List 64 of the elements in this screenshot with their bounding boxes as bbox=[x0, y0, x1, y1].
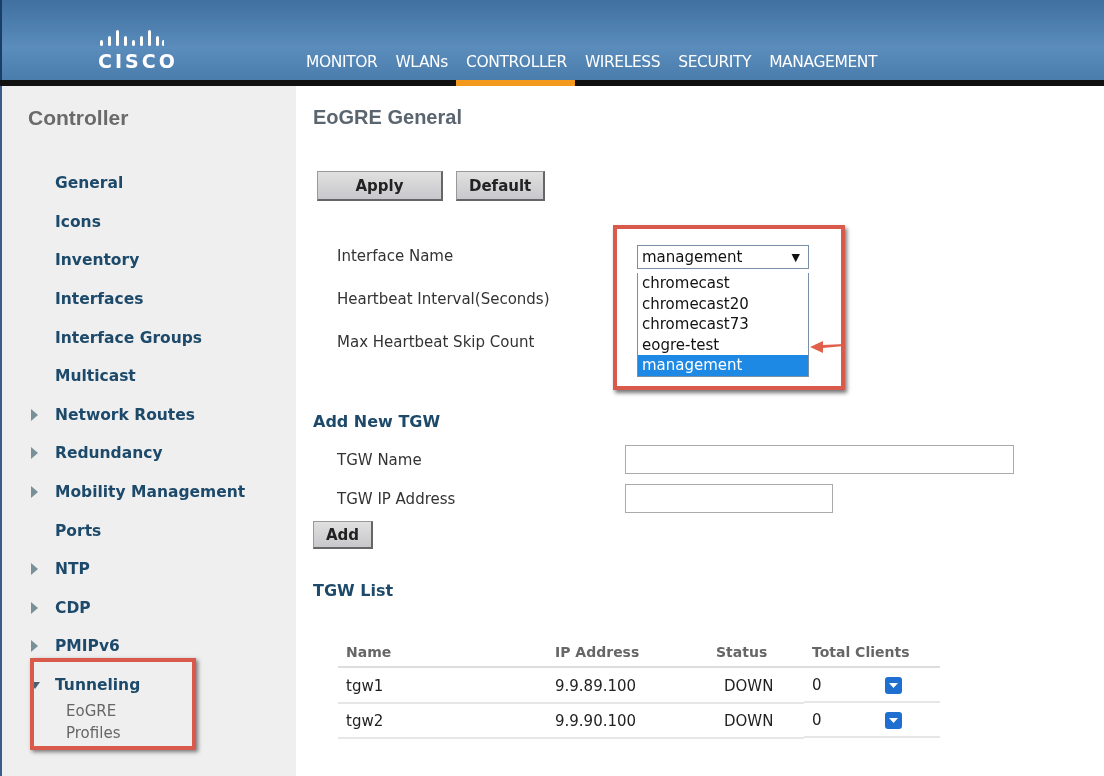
sidebar-item[interactable]: Multicast bbox=[55, 367, 136, 386]
nav-tab[interactable]: WIRELESS bbox=[574, 53, 669, 86]
logo-bars-icon bbox=[98, 28, 164, 48]
sidebar-subitem[interactable]: Profiles bbox=[66, 722, 121, 745]
section-title: Add New TGW bbox=[313, 412, 442, 431]
column-header: Status bbox=[708, 640, 804, 667]
sidebar-item[interactable]: General bbox=[55, 174, 124, 193]
nav-tab[interactable]: MONITOR bbox=[296, 53, 386, 86]
sidebar-subitem[interactable]: EoGRE bbox=[66, 700, 117, 723]
dropdown-option[interactable]: chromecast73 bbox=[638, 314, 808, 335]
sidebar-item[interactable]: PMIPv6 bbox=[55, 637, 120, 656]
form-button[interactable]: Apply bbox=[317, 171, 443, 201]
sidebar-item[interactable]: Network Routes bbox=[55, 405, 195, 424]
table-cell: DOWN bbox=[708, 667, 804, 703]
page-title: EoGRE General bbox=[313, 106, 463, 129]
table-cell: 0 bbox=[812, 711, 822, 729]
text-field[interactable] bbox=[625, 484, 833, 513]
sidebar-title: Controller bbox=[27, 106, 130, 130]
sidebar-item[interactable]: NTP bbox=[55, 560, 90, 579]
caret-right-icon[interactable] bbox=[30, 640, 40, 653]
caret-right-icon[interactable] bbox=[30, 408, 40, 421]
dropdown-option[interactable]: management bbox=[638, 355, 808, 376]
table-cell: 9.9.90.100 bbox=[547, 703, 708, 738]
dropdown-option[interactable]: eogre-test bbox=[638, 334, 808, 355]
dropdown-option[interactable]: chromecast bbox=[638, 273, 808, 294]
table-cell: tgw1 bbox=[338, 667, 547, 703]
field-label: Max Heartbeat Skip Count bbox=[337, 333, 536, 353]
sidebar-item[interactable]: Ports bbox=[55, 521, 102, 540]
sidebar-item[interactable]: Icons bbox=[55, 212, 101, 231]
caret-right-icon[interactable] bbox=[30, 563, 40, 576]
form-button[interactable]: Default bbox=[456, 171, 546, 201]
text-field[interactable] bbox=[625, 445, 1014, 474]
caret-right-icon[interactable] bbox=[30, 601, 40, 614]
nav-tab[interactable]: WLANs bbox=[385, 53, 456, 86]
dropdown-caret: ▼ bbox=[791, 250, 800, 264]
sidebar-item[interactable]: Interfaces bbox=[55, 290, 144, 309]
section-title: TGW List bbox=[313, 581, 395, 600]
caret-right-icon[interactable] bbox=[30, 447, 40, 460]
sidebar-item[interactable]: Tunneling bbox=[55, 676, 141, 694]
column-header: Name bbox=[338, 640, 547, 667]
field-label: Heartbeat Interval(Seconds) bbox=[337, 290, 551, 310]
caret-right-icon[interactable] bbox=[30, 486, 40, 499]
sidebar-item[interactable]: Mobility Management bbox=[55, 483, 246, 502]
table-cell: tgw2 bbox=[338, 703, 547, 738]
dropdown-value: management bbox=[642, 248, 743, 266]
sidebar-item[interactable]: Interface Groups bbox=[55, 328, 203, 347]
dropdown-option[interactable]: chromecast20 bbox=[638, 293, 808, 314]
logo-text: CISCO bbox=[98, 50, 178, 72]
field-label: TGW Name bbox=[336, 450, 423, 469]
sidebar-item[interactable]: Redundancy bbox=[55, 444, 163, 463]
table-cell: 9.9.89.100 bbox=[547, 667, 708, 703]
table-cell: 0 bbox=[812, 676, 822, 694]
nav-tab[interactable]: CONTROLLER bbox=[456, 53, 575, 86]
field-label: Interface Name bbox=[337, 247, 455, 267]
column-header: Total Clients bbox=[804, 640, 940, 667]
add-button[interactable]: Add bbox=[313, 521, 374, 549]
interface-dropdown[interactable]: management ▼ bbox=[637, 245, 809, 269]
field-label: TGW IP Address bbox=[336, 489, 457, 508]
nav-tab[interactable]: MANAGEMENT bbox=[759, 53, 886, 86]
sidebar-item[interactable]: CDP bbox=[55, 598, 91, 617]
column-header: IP Address bbox=[547, 640, 708, 667]
nav-tab[interactable]: SECURITY bbox=[668, 53, 760, 86]
table-cell: DOWN bbox=[708, 703, 804, 738]
sidebar-item[interactable]: Inventory bbox=[55, 251, 140, 270]
